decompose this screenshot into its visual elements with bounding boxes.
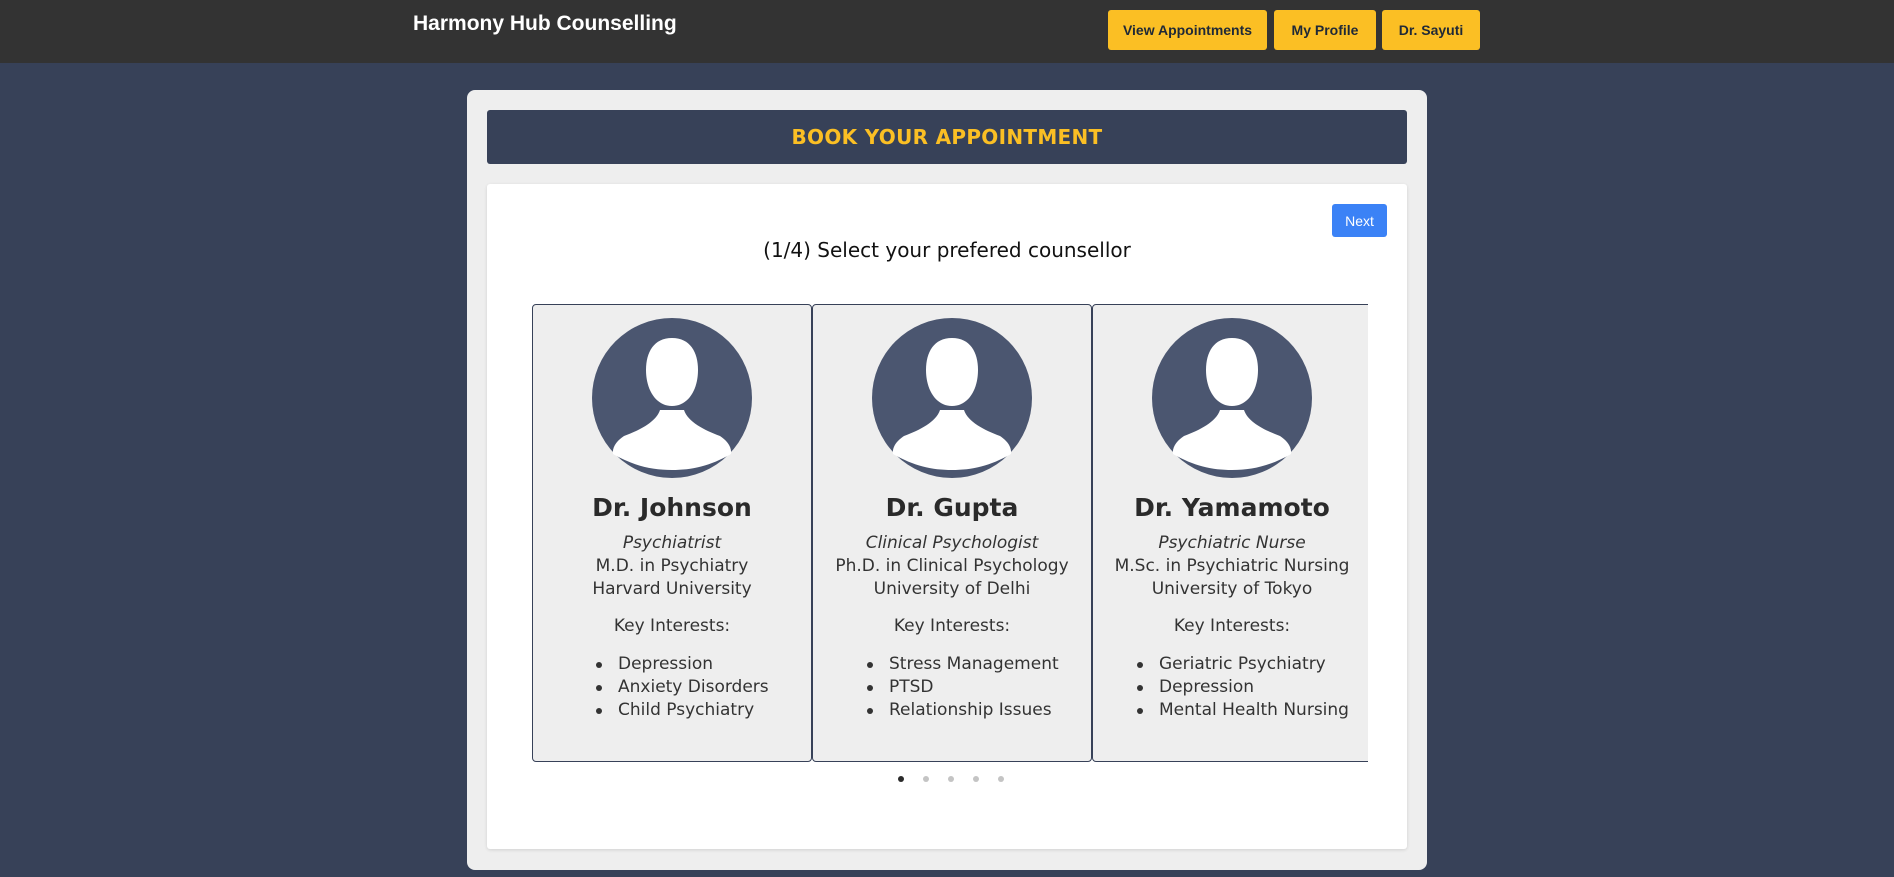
carousel-pagination [487, 776, 1407, 784]
interests-list: Geriatric Psychiatry Depression Mental H… [1135, 653, 1349, 722]
counsellor-name: Dr. Johnson [592, 493, 752, 522]
avatar-icon [872, 318, 1032, 478]
pagination-dot[interactable] [998, 776, 1004, 782]
key-interests-label: Key Interests: [893, 616, 1011, 636]
avatar-icon [1152, 318, 1312, 478]
interest-item: Mental Health Nursing [1135, 699, 1349, 722]
user-account-button[interactable]: Dr. Sayuti [1382, 10, 1480, 50]
my-profile-button[interactable]: My Profile [1274, 10, 1376, 50]
counsellor-card[interactable]: Dr. Johnson Psychiatrist M.D. in Psychia… [532, 304, 812, 762]
booking-banner: BOOK YOUR APPOINTMENT [487, 110, 1407, 164]
counsellor-name: Dr. Gupta [885, 493, 1019, 522]
counsellor-card[interactable]: Dr. Yamamoto Psychiatric Nurse M.Sc. in … [1092, 304, 1368, 762]
interest-item: Stress Management [865, 653, 1059, 676]
pagination-dot[interactable] [923, 776, 929, 782]
brand-title: Harmony Hub Counselling [413, 12, 677, 35]
interests-list: Stress Management PTSD Relationship Issu… [865, 653, 1059, 722]
pagination-dot[interactable] [973, 776, 979, 782]
counsellor-role: Psychiatrist [622, 533, 722, 553]
interest-item: Relationship Issues [865, 699, 1059, 722]
interest-item: Anxiety Disorders [594, 676, 769, 699]
counsellor-degree: M.D. in Psychiatry [595, 556, 749, 576]
next-button[interactable]: Next [1332, 204, 1387, 237]
counsellor-school: University of Delhi [873, 579, 1031, 599]
counsellor-role: Psychiatric Nurse [1158, 533, 1306, 553]
interest-item: PTSD [865, 676, 1059, 699]
interest-item: Depression [1135, 676, 1349, 699]
counsellor-card[interactable]: Dr. Gupta Clinical Psychologist Ph.D. in… [812, 304, 1092, 762]
view-appointments-button[interactable]: View Appointments [1108, 10, 1267, 50]
interests-list: Depression Anxiety Disorders Child Psych… [594, 653, 769, 722]
counsellor-school: Harvard University [592, 579, 752, 599]
banner-title: BOOK YOUR APPOINTMENT [791, 125, 1103, 149]
interest-item: Geriatric Psychiatry [1135, 653, 1349, 676]
counsellor-selection-panel: Next (1/4) Select your prefered counsell… [487, 184, 1407, 849]
interest-item: Depression [594, 653, 769, 676]
pagination-dot[interactable] [898, 776, 904, 782]
interest-item: Child Psychiatry [594, 699, 769, 722]
key-interests-label: Key Interests: [613, 616, 731, 636]
top-navigation-bar: Harmony Hub Counselling View Appointment… [0, 0, 1894, 63]
booking-container: BOOK YOUR APPOINTMENT Next (1/4) Select … [467, 90, 1427, 870]
key-interests-label: Key Interests: [1173, 616, 1291, 636]
avatar-icon [592, 318, 752, 478]
counsellor-degree: Ph.D. in Clinical Psychology [835, 556, 1069, 576]
step-title: (1/4) Select your prefered counsellor [763, 238, 1131, 262]
counsellor-degree: M.Sc. in Psychiatric Nursing [1114, 556, 1350, 576]
pagination-dot[interactable] [948, 776, 954, 782]
counsellor-name: Dr. Yamamoto [1134, 493, 1330, 522]
counsellor-school: University of Tokyo [1151, 579, 1313, 599]
counsellor-carousel[interactable]: Dr. Johnson Psychiatrist M.D. in Psychia… [532, 304, 1368, 764]
counsellor-role: Clinical Psychologist [865, 533, 1039, 553]
